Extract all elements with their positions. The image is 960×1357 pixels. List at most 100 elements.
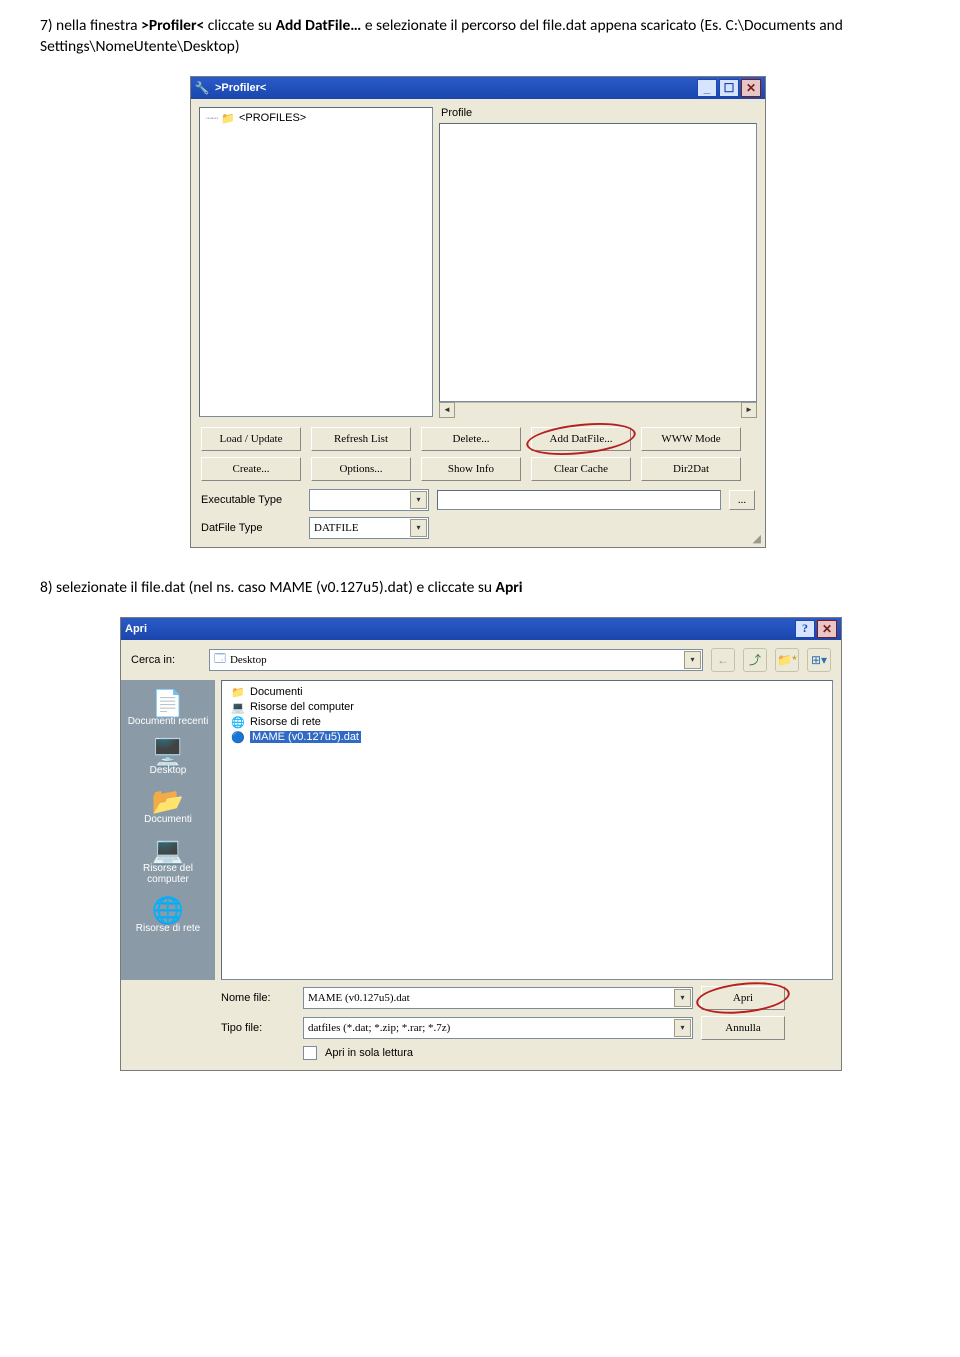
datfile-type-select[interactable]: DATFILE ▾ (309, 517, 429, 539)
options-button[interactable]: Options... (311, 457, 411, 481)
chevron-down-icon[interactable]: ▾ (674, 1019, 691, 1037)
refresh-list-button[interactable]: Refresh List (311, 427, 411, 451)
profile-list[interactable] (439, 123, 757, 402)
filetype-select[interactable]: datfiles (*.dat; *.zip; *.rar; *.7z) ▾ (303, 1017, 693, 1039)
file-name: Documenti (250, 686, 303, 698)
list-item-selected[interactable]: 🔵 MAME (v0.127u5).dat (228, 730, 826, 745)
app-icon: 🔧 (195, 81, 209, 95)
place-label: Desktop (126, 765, 210, 776)
select-value: Desktop (230, 654, 267, 666)
look-in-label: Cerca in: (131, 654, 201, 666)
maximize-button[interactable]: ☐ (719, 79, 739, 97)
readonly-checkbox[interactable] (303, 1046, 317, 1060)
file-name: Risorse di rete (250, 716, 321, 728)
button-label: Add DatFile... (550, 433, 613, 445)
chevron-down-icon[interactable]: ▾ (410, 519, 427, 537)
tree-connector: ┈┈ (206, 112, 217, 125)
scroll-left-icon[interactable]: ◄ (439, 402, 455, 418)
delete-button[interactable]: Delete... (421, 427, 521, 451)
list-item[interactable]: 💻 Risorse del computer (228, 700, 826, 715)
select-value: DATFILE (314, 522, 359, 534)
titlebar[interactable]: Apri ? ✕ (121, 618, 841, 640)
window-title: Apri (125, 623, 147, 635)
chevron-down-icon[interactable]: ▾ (684, 651, 701, 669)
text: cliccate su (204, 16, 275, 35)
minimize-button[interactable]: _ (697, 79, 717, 97)
tree-label: <PROFILES> (239, 112, 306, 124)
text: 8) selezionate il file.dat (nel ns. caso… (40, 578, 496, 597)
desktop-icon: 🗔 (214, 650, 226, 669)
view-menu-button[interactable]: ⊞▾ (807, 648, 831, 672)
create-button[interactable]: Create... (201, 457, 301, 481)
back-button[interactable]: ← (711, 648, 735, 672)
scroll-right-icon[interactable]: ► (741, 402, 757, 418)
network-icon: 🌐 (126, 897, 210, 923)
recent-icon: 📄 (126, 690, 210, 716)
close-button[interactable]: ✕ (817, 620, 837, 638)
file-icon: 🔵 (230, 731, 246, 744)
filetype-label: Tipo file: (221, 1022, 295, 1034)
folder-icon: 📁 (221, 112, 235, 125)
text: 7) nella finestra (40, 16, 141, 35)
chevron-down-icon[interactable]: ▾ (410, 491, 427, 509)
computer-icon: 💻 (126, 837, 210, 863)
profile-label: Profile (441, 107, 757, 119)
dir2dat-button[interactable]: Dir2Dat (641, 457, 741, 481)
tree-root-item[interactable]: ┈┈ 📁 <PROFILES> (206, 112, 426, 125)
chevron-down-icon[interactable]: ▾ (674, 989, 691, 1007)
text-bold: >Profiler< (141, 16, 204, 35)
place-label: Documenti recenti (126, 716, 210, 727)
open-dialog: Apri ? ✕ Cerca in: 🗔 Desktop ▾ ← ⤴ 📁* ⊞▾… (120, 617, 842, 1071)
file-name: Risorse del computer (250, 701, 354, 713)
list-item[interactable]: 🌐 Risorse di rete (228, 715, 826, 730)
places-desktop[interactable]: 🖥️Desktop (126, 735, 210, 780)
places-recent[interactable]: 📄Documenti recenti (126, 686, 210, 731)
file-list[interactable]: 📁 Documenti 💻 Risorse del computer 🌐 Risors… (221, 680, 833, 980)
profiles-tree[interactable]: ┈┈ 📁 <PROFILES> (199, 107, 433, 417)
list-item[interactable]: 📁 Documenti (228, 685, 826, 700)
folder-icon: 📁 (230, 686, 246, 699)
browse-button[interactable]: ... (729, 490, 755, 510)
executable-path-input[interactable] (437, 490, 721, 510)
input-value: MAME (v0.127u5).dat (308, 992, 410, 1004)
open-button[interactable]: Apri (701, 986, 785, 1010)
look-in-select[interactable]: 🗔 Desktop ▾ (209, 649, 703, 671)
instruction-7: 7) nella finestra >Profiler< cliccate su… (40, 16, 920, 58)
resize-grip[interactable]: ◢ (753, 532, 761, 545)
www-mode-button[interactable]: WWW Mode (641, 427, 741, 451)
up-button[interactable]: ⤴ (743, 648, 767, 672)
add-datfile-button[interactable]: Add DatFile... (531, 427, 631, 451)
cancel-button[interactable]: Annulla (701, 1016, 785, 1040)
horizontal-scrollbar[interactable]: ◄ ► (439, 402, 757, 417)
close-button[interactable]: ✕ (741, 79, 761, 97)
select-value: datfiles (*.dat; *.zip; *.rar; *.7z) (308, 1022, 450, 1034)
new-folder-button[interactable]: 📁* (775, 648, 799, 672)
show-info-button[interactable]: Show Info (421, 457, 521, 481)
filename-input[interactable]: MAME (v0.127u5).dat ▾ (303, 987, 693, 1009)
datfile-type-label: DatFile Type (201, 522, 301, 534)
button-label: Apri (733, 992, 753, 1004)
executable-type-select[interactable]: ▾ (309, 489, 429, 511)
documents-icon: 📂 (126, 788, 210, 814)
clear-cache-button[interactable]: Clear Cache (531, 457, 631, 481)
place-label: Documenti (126, 814, 210, 825)
network-icon: 🌐 (230, 716, 246, 729)
file-name: MAME (v0.127u5).dat (250, 731, 361, 743)
text-bold: Apri (496, 578, 523, 597)
place-label: Risorse di rete (126, 923, 210, 934)
titlebar[interactable]: 🔧 >Profiler< _ ☐ ✕ (191, 77, 765, 99)
places-bar: 📄Documenti recenti 🖥️Desktop 📂 Documenti … (121, 680, 215, 980)
instruction-8: 8) selezionate il file.dat (nel ns. caso… (40, 578, 920, 599)
load-update-button[interactable]: Load / Update (201, 427, 301, 451)
help-button[interactable]: ? (795, 620, 815, 638)
places-computer[interactable]: 💻Risorse del computer (126, 833, 210, 889)
computer-icon: 💻 (230, 701, 246, 714)
readonly-label: Apri in sola lettura (325, 1047, 413, 1059)
executable-type-label: Executable Type (201, 494, 301, 506)
places-documents[interactable]: 📂Documenti (126, 784, 210, 829)
window-title: >Profiler< (215, 82, 266, 94)
places-network[interactable]: 🌐Risorse di rete (126, 893, 210, 938)
profiler-window: 🔧 >Profiler< _ ☐ ✕ ┈┈ 📁 <PROFILES> Profi… (190, 76, 766, 548)
filename-label: Nome file: (221, 992, 295, 1004)
place-label: Risorse del computer (126, 863, 210, 885)
